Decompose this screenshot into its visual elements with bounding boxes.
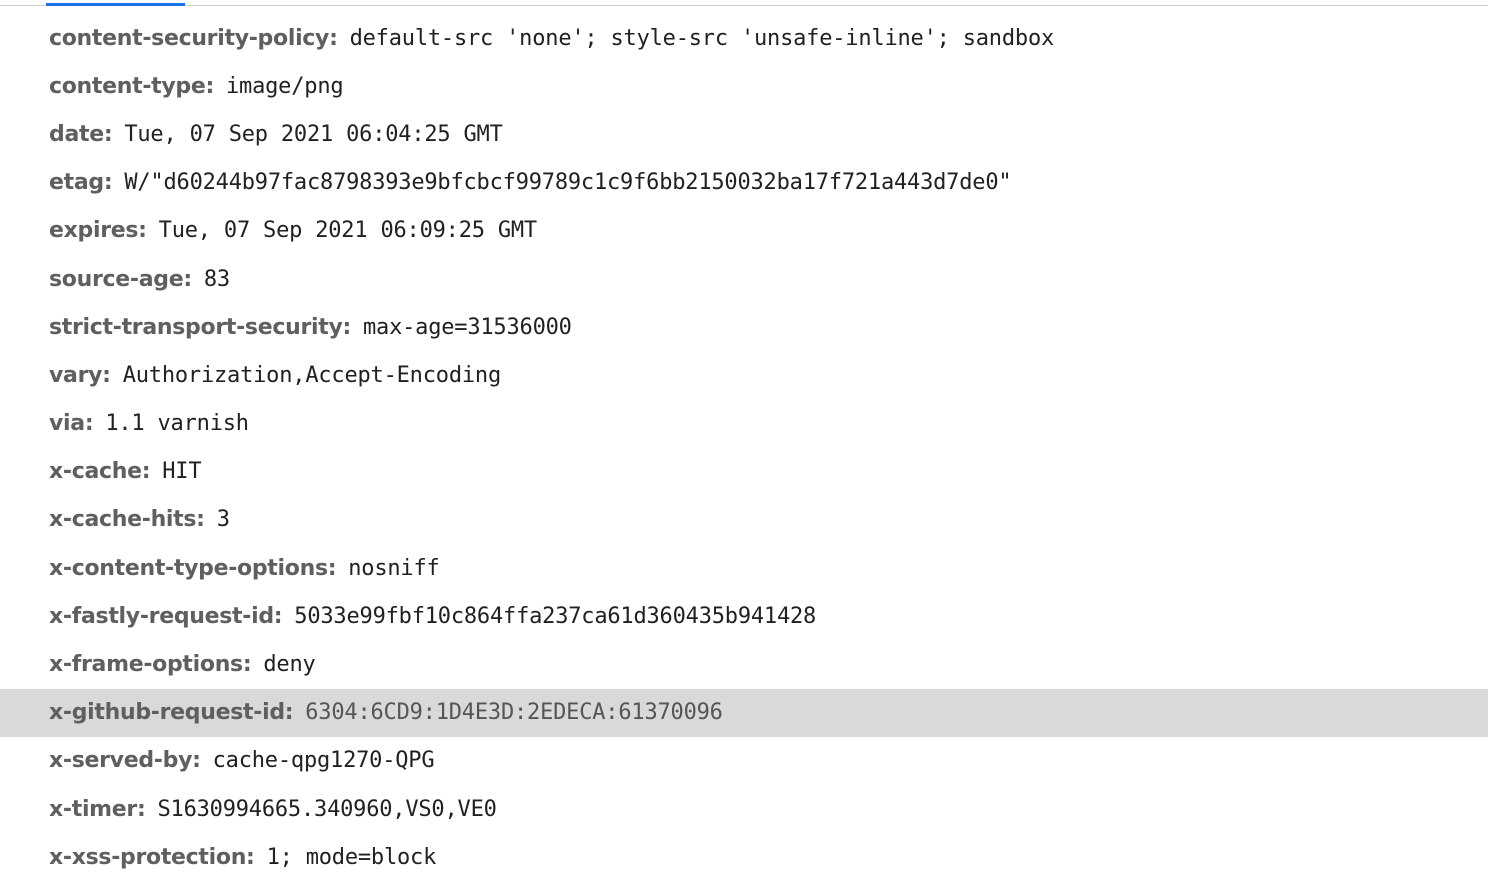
header-value: HIT [162, 459, 202, 485]
header-row-content-security-policy[interactable]: content-security-policy: default-src 'no… [0, 14, 1488, 62]
header-value: image/png [226, 73, 344, 99]
header-row-x-fastly-request-id[interactable]: x-fastly-request-id: 5033e99fbf10c864ffa… [0, 592, 1488, 640]
header-value: cache-qpg1270-QPG [212, 748, 435, 774]
header-row-x-content-type-options[interactable]: x-content-type-options: nosniff [0, 544, 1488, 592]
header-row-x-cache[interactable]: x-cache: HIT [0, 448, 1488, 496]
header-row-strict-transport-security[interactable]: strict-transport-security: max-age=31536… [0, 303, 1488, 351]
header-value: Authorization,Accept-Encoding [122, 362, 502, 388]
header-row-source-age[interactable]: source-age: 83 [0, 255, 1488, 303]
header-value: 5033e99fbf10c864ffa237ca61d360435b941428 [294, 603, 817, 629]
header-row-date[interactable]: date: Tue, 07 Sep 2021 06:04:25 GMT [0, 110, 1488, 158]
header-value: max-age=31536000 [362, 314, 572, 340]
header-name: source-age: [49, 266, 192, 292]
header-name: vary: [49, 362, 111, 388]
header-name: etag: [49, 170, 113, 196]
header-row-x-cache-hits[interactable]: x-cache-hits: 3 [0, 496, 1488, 544]
header-row-vary[interactable]: vary: Authorization,Accept-Encoding [0, 351, 1488, 399]
header-row-content-type[interactable]: content-type: image/png [0, 62, 1488, 110]
header-name: x-frame-options: [49, 652, 252, 678]
header-value: Tue, 07 Sep 2021 06:04:25 GMT [124, 121, 503, 147]
header-value: default-src 'none'; style-src 'unsafe-in… [349, 25, 1055, 51]
header-row-x-github-request-id[interactable]: x-github-request-id: 6304:6CD9:1D4E3D:2E… [0, 688, 1488, 737]
header-name: x-fastly-request-id: [49, 603, 283, 629]
header-value: 6304:6CD9:1D4E3D:2EDECA:61370096 [305, 700, 723, 726]
header-row-expires[interactable]: expires: Tue, 07 Sep 2021 06:09:25 GMT [0, 207, 1488, 255]
header-row-x-frame-options[interactable]: x-frame-options: deny [0, 640, 1488, 688]
tab-bar [0, 0, 1488, 6]
header-row-via[interactable]: via: 1.1 varnish [0, 400, 1488, 448]
header-name: x-served-by: [49, 748, 201, 774]
header-row-x-xss-protection[interactable]: x-xss-protection: 1; mode=block [0, 833, 1488, 881]
header-value: W/"d60244b97fac8798393e9bfcbcf99789c1c9f… [124, 170, 1012, 196]
header-value: Tue, 07 Sep 2021 06:09:25 GMT [158, 218, 538, 244]
header-name: x-cache: [49, 459, 151, 485]
header-row-x-served-by[interactable]: x-served-by: cache-qpg1270-QPG [0, 737, 1488, 785]
header-name: x-timer: [49, 796, 146, 822]
response-headers-list: content-security-policy: default-src 'no… [0, 14, 1488, 881]
header-value: deny [263, 652, 316, 678]
header-name: x-github-request-id: [49, 700, 294, 726]
active-tab-indicator [46, 3, 185, 6]
header-name: x-content-type-options: [49, 555, 337, 581]
header-name: x-xss-protection: [49, 844, 255, 870]
header-name: strict-transport-security: [49, 314, 351, 340]
header-value: 1; mode=block [266, 844, 437, 870]
header-name: content-type: [49, 73, 214, 99]
header-row-x-timer[interactable]: x-timer: S1630994665.340960,VS0,VE0 [0, 785, 1488, 833]
header-name: via: [49, 411, 94, 437]
header-row-etag[interactable]: etag: W/"d60244b97fac8798393e9bfcbcf9978… [0, 159, 1488, 207]
header-value: S1630994665.340960,VS0,VE0 [157, 796, 497, 822]
header-value: 3 [216, 507, 230, 533]
header-value: 83 [203, 266, 230, 292]
header-name: date: [49, 121, 113, 147]
header-value: nosniff [348, 555, 440, 581]
header-name: x-cache-hits: [49, 507, 205, 533]
header-name: content-security-policy: [49, 25, 338, 51]
header-value: 1.1 varnish [105, 411, 249, 437]
header-name: expires: [49, 218, 147, 244]
